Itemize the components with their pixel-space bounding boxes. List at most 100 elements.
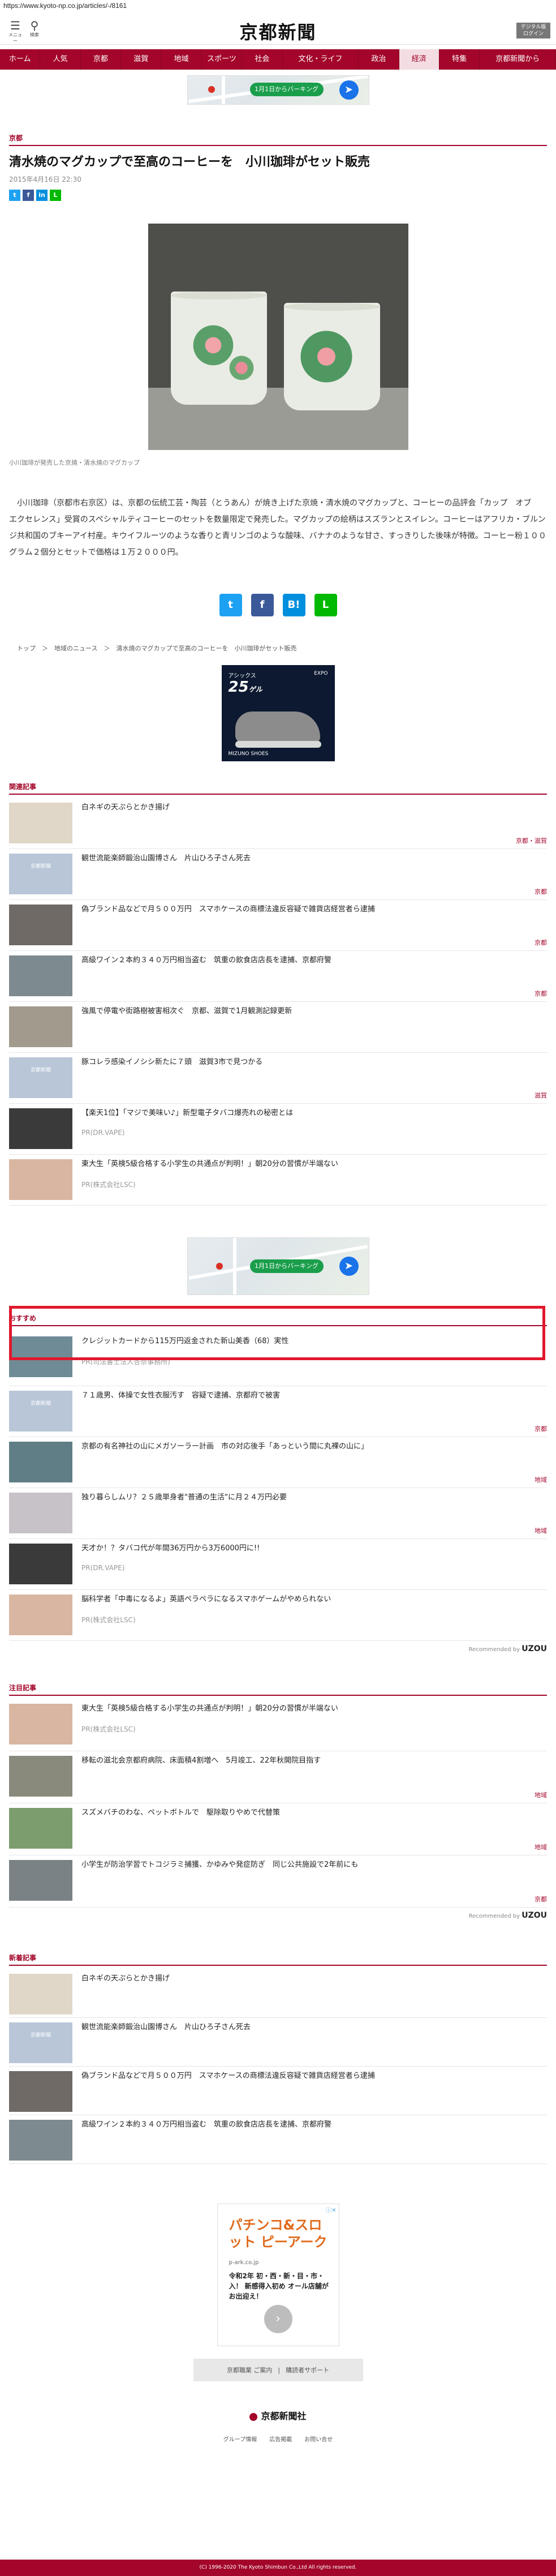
list-item[interactable]: スズメバチのわな、ペットボトルで 駆除取りやめで代替策 地域	[9, 1803, 547, 1855]
latest-heading: 新着記事	[9, 1954, 37, 1962]
list-item[interactable]: 移転の滋北会京都府病院、床面積4割増へ 5月竣工、22年秋開院目指す 地域	[9, 1751, 547, 1803]
map-ad-middle[interactable]: 1月1日からバーキング ➤	[187, 1237, 369, 1295]
thumbnail	[9, 1595, 72, 1635]
thumbnail	[9, 1974, 72, 2014]
list-item-sponsored[interactable]: 【楽天1位】「マジで美味い♪」新型電子タバコ爆売れの秘密とは PR(DR.VAPE…	[9, 1104, 547, 1155]
line-share-icon[interactable]: L	[50, 190, 61, 201]
thumbnail: 京都新聞	[9, 2022, 72, 2063]
ad-cta-button[interactable]: 1月1日からバーキング	[249, 1259, 324, 1273]
nav-item[interactable]: 特集	[439, 49, 480, 70]
breadcrumb[interactable]: トップ ＞ 地域のニュース ＞ 清水焼のマグカップで至高のコーヒーを 小川珈琲が…	[17, 644, 539, 653]
nav-item[interactable]: 京都	[81, 49, 122, 70]
attention-section-header: 注目記事	[9, 1678, 547, 1696]
copyright-bar: (C) 1996-2020 The Kyoto Shimbun Co.,Ltd …	[0, 2560, 556, 2576]
twitter-share-button[interactable]: t	[219, 594, 242, 616]
list-item[interactable]: 小学生が防治学習でトコジラミ捕獲、かゆみや発症防ぎ 同じ公共施設で2年前にも 京都	[9, 1855, 547, 1908]
nav-item[interactable]: 地域	[161, 49, 202, 70]
latest-section-header: 新着記事	[9, 1948, 547, 1966]
list-item[interactable]: 偽ブランド品などで月５００万円 スマホケースの商標法違反容疑で雑貨店経営者ら逮捕	[9, 2067, 547, 2115]
footer-pc-links: 京都職業 ご案内 | 購読者サポート	[193, 2359, 363, 2381]
list-item[interactable]: 京都新聞 ７１歳男、体操で女性衣服汚す 容疑で逮捕、京都府で被害 京都	[9, 1386, 547, 1437]
nav-item[interactable]: スポーツ	[202, 49, 243, 70]
url-bar[interactable]: https://www.kyoto-np.co.jp/articles/-/81…	[0, 0, 556, 16]
uzou-logo: UZOU	[521, 1911, 547, 1920]
footer-link[interactable]: お問い合せ	[304, 2434, 333, 2443]
share-bar-large: t f B! L	[0, 594, 556, 616]
pc-link[interactable]: 京都職業 ご案内	[227, 2365, 273, 2374]
list-item-sponsored[interactable]: 東大生「英検5級合格する小学生の共通点が判明！」朝20分の習慣が半端ない PR(株…	[9, 1155, 547, 1206]
facebook-share-button[interactable]: f	[251, 594, 274, 616]
ad-cta-button[interactable]: 1月1日からバーキング	[249, 83, 324, 96]
login-button[interactable]: デジタル版 ログイン	[516, 23, 550, 38]
login-line1: デジタル版	[520, 24, 546, 30]
hatena-share-button[interactable]: B!	[282, 594, 305, 616]
directions-icon[interactable]: ➤	[339, 80, 359, 100]
footer-link[interactable]: グループ情報	[223, 2434, 257, 2443]
support-link[interactable]: 購読者サポート	[286, 2365, 329, 2374]
site-logo[interactable]: 京都新聞	[0, 18, 556, 44]
ad-choices-icon[interactable]: ⓘ✕	[326, 2205, 336, 2214]
list-item[interactable]: 白ネギの天ぷらとかき揚げ 京都・滋賀	[9, 798, 547, 849]
list-item[interactable]: 強風で停電や街路樹被害相次ぐ 京都、滋賀で1月観測記録更新	[9, 1002, 547, 1053]
article-body: 小川珈琲（京都市右京区）は、京都の伝統工芸・陶芸（とうあん）が焼き上げた京焼・清…	[9, 499, 546, 557]
list-item[interactable]: 京都新聞 観世流能楽師鍛治山園博さん 片山ひろ子さん死去	[9, 2018, 547, 2067]
thumbnail	[9, 1756, 72, 1797]
list-item-sponsored[interactable]: 脳科学者「中毒になるよ」英語ペラペラになるスマホゲームがやめられない PR(株式会…	[9, 1590, 547, 1641]
thumbnail	[9, 1704, 72, 1745]
thumbnail: 京都新聞	[9, 1391, 72, 1431]
directions-icon[interactable]: ➤	[339, 1257, 359, 1276]
thumbnail	[9, 1860, 72, 1901]
related-heading: 関連記事	[9, 783, 37, 791]
link-divider: |	[278, 2366, 281, 2374]
logo-mark-icon	[249, 2412, 258, 2421]
nav-item[interactable]: 人気	[40, 49, 81, 70]
list-item[interactable]: 高級ワイン２本約３４０万円相当盗む 筑重の飲食店店長を逮捕、京都府警	[9, 2115, 547, 2164]
line-share-button[interactable]: L	[314, 594, 337, 616]
list-item[interactable]: 偽ブランド品などで月５００万円 スマホケースの商標法違反容疑で雑貨店経営者ら逮捕…	[9, 900, 547, 951]
nav-item[interactable]: 滋賀	[121, 49, 162, 70]
recommended-by[interactable]: Recommended by UZOU	[9, 1644, 547, 1653]
pachinko-ad[interactable]: ⓘ✕ パチンコ&スロット ピーアーク p-ark.co.jp 令和2年 初・西・…	[217, 2204, 339, 2346]
list-item[interactable]: 高級ワイン２本約３４０万円相当盗む 筑重の飲食店店長を逮捕、京都府警 京都	[9, 951, 547, 1002]
recommended-by[interactable]: Recommended by UZOU	[9, 1911, 547, 1920]
mug-left	[170, 292, 267, 405]
nav-item[interactable]: 文化・ライフ	[283, 49, 359, 70]
list-item-sponsored[interactable]: 東大生「英検5級合格する小学生の共通点が判明！」朝20分の習慣が半端ない PR(株…	[9, 1699, 547, 1751]
thumbnail	[9, 1544, 72, 1584]
uzou-logo: UZOU	[521, 1644, 547, 1653]
list-item[interactable]: 独り暮らしムリ？２５歳単身者"普通の生活"に月２４万円必要 地域	[9, 1488, 547, 1539]
hatena-share-icon[interactable]: in	[36, 190, 48, 201]
thumbnail	[9, 1108, 72, 1149]
article-category[interactable]: 京都	[9, 133, 547, 145]
nav-item[interactable]: 京都新聞から	[480, 49, 556, 70]
shoe-ad[interactable]: アシックス 25ゲル EXPO MIZUNO SHOES	[221, 665, 335, 761]
photo-caption: 小川珈琲が発売した京焼・清水焼のマグカップ	[9, 459, 140, 466]
nav-item[interactable]: ホーム	[0, 49, 41, 70]
list-item[interactable]: 京都の有名神社の山にメガソーラー計画 市の対応後手「あっという間に丸裸の山に」地…	[9, 1437, 547, 1488]
shoe-ad-model: 25ゲル	[228, 679, 262, 696]
map-pin-icon	[208, 86, 215, 93]
map-ad-top[interactable]: 1月1日からバーキング ➤	[187, 75, 369, 105]
footer-logo[interactable]: 京都新聞社	[0, 2408, 556, 2422]
latest-list: 白ネギの天ぷらとかき揚げ 京都新聞 観世流能楽師鍛治山園博さん 片山ひろ子さん死去…	[9, 1969, 547, 2164]
nav-item[interactable]: 政治	[359, 49, 399, 70]
list-item[interactable]: 京都新聞 豚コレラ感染イノシシ新たに７頭 滋賀3市で見つかる 滋賀	[9, 1053, 547, 1104]
nav-item-active[interactable]: 経済	[399, 49, 439, 70]
share-bar-small: t f in L	[9, 190, 547, 201]
nav-item[interactable]: 社会	[242, 49, 283, 70]
twitter-share-icon[interactable]: t	[9, 190, 20, 201]
chevron-right-icon[interactable]: ›	[264, 2305, 292, 2333]
thumbnail	[9, 2071, 72, 2112]
list-item[interactable]: 白ネギの天ぷらとかき揚げ	[9, 1969, 547, 2018]
list-item[interactable]: 京都新聞 観世流能楽師鍛治山園博さん 片山ひろ子さん死去 京都	[9, 849, 547, 900]
shoe-ad-brand2: EXPO	[314, 671, 328, 676]
thumbnail: 京都新聞	[9, 1057, 72, 1098]
facebook-share-icon[interactable]: f	[23, 190, 34, 201]
pachinko-sub: p-ark.co.jp	[229, 2260, 259, 2266]
footer-link[interactable]: 広告掲載	[269, 2434, 292, 2443]
site-header: ☰ メニュー ⚲ 検索 京都新聞 デジタル版 ログイン	[0, 16, 556, 45]
thumbnail	[9, 955, 72, 996]
list-item-sponsored[interactable]: 天才か！？タバコ代が年間36万円から3万6000円に!! PR(DR.VAPE)	[9, 1539, 547, 1590]
shoe-image	[235, 711, 320, 743]
thumbnail	[9, 803, 72, 843]
